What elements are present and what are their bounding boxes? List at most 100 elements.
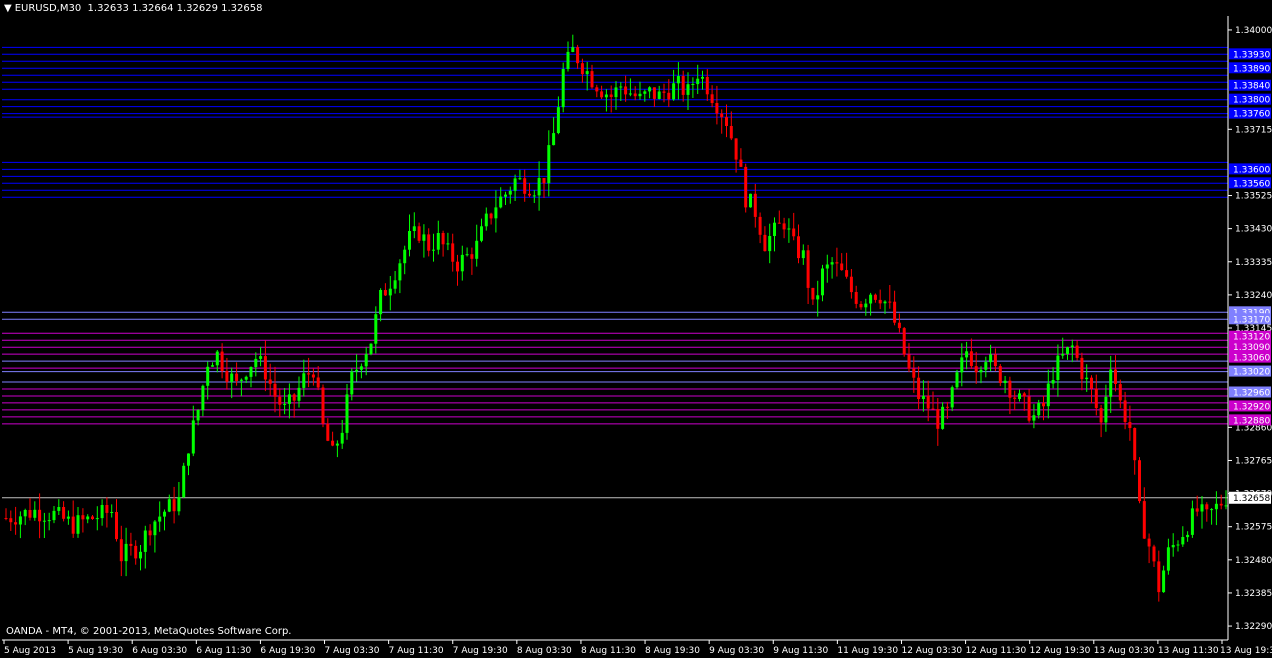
candle-body [504,194,507,197]
candle-body [701,76,704,79]
price-axis: 1.34000 1.33715 1.33525 1.33430 1.33335 1.332… [2,16,1272,641]
candle-body [1205,504,1209,510]
candle-body [489,213,493,219]
candle-body [1142,501,1146,539]
candle-body [628,93,632,95]
candle-body [196,410,200,421]
candle-body [374,314,378,344]
candle-body [1195,508,1199,512]
candle-body [1181,537,1185,545]
candle-body [931,408,935,410]
candle-body [777,222,781,224]
candle-body [1046,383,1050,407]
candle-body [355,369,359,372]
y-tick-label: 1.32765 [1235,456,1272,466]
candle-body [580,63,584,75]
candle-body [316,377,320,388]
candle-body [263,356,267,380]
candle-body [292,394,296,401]
candle-body [441,233,445,245]
candle-body [499,196,503,208]
candle-body [393,280,397,289]
candle-body [542,178,546,184]
candle-body [902,328,906,355]
candle-body [1075,345,1079,358]
candle-body [480,226,483,241]
candle-body [696,78,700,85]
candle-body [864,303,868,308]
x-tick-label: 5 Aug 19:30 [68,646,123,656]
y-tick-label: 1.32575 [1235,523,1272,533]
candle-body [710,94,714,103]
candle-body [705,76,709,95]
candle-body [907,354,911,369]
candle-body [57,507,61,511]
candle-body [1133,428,1137,461]
ohlc-values: 1.32633 1.32664 1.32629 1.32658 [87,3,263,14]
candle-body [758,216,762,235]
candle-body [508,190,512,195]
candle-body [71,516,75,534]
candle-body [412,226,416,231]
candle-body [350,371,354,395]
candle-body [239,379,243,381]
candle-body [143,530,147,552]
candle-body [110,512,114,513]
x-tick-label: 9 Aug 11:30 [773,646,828,656]
candle-body [681,76,685,95]
candle-body [1008,380,1012,398]
candle-body [9,518,13,523]
candle-body [388,288,392,296]
y-tick-label: 1.33430 [1235,225,1272,235]
candle-body [1157,561,1161,593]
candle-body [1190,508,1194,535]
chevron-down-icon[interactable]: ▼ [4,3,12,15]
candle-body [1123,400,1127,422]
candle-body [158,516,162,522]
x-tick-label: 6 Aug 11:30 [196,646,251,656]
candle-body [211,365,214,367]
x-tick-label: 8 Aug 11:30 [581,646,636,656]
y-tick-label: 1.32290 [1235,622,1272,632]
candle-body [307,373,311,375]
candle-body [398,263,402,281]
candle-body [278,396,282,405]
candle-body [311,374,315,378]
candle-body [76,515,80,534]
candle-body [657,91,661,99]
candle-body [283,403,287,405]
y-tick-label: 1.32480 [1235,556,1272,566]
candle-body [893,301,897,323]
candle-body [1027,396,1031,421]
candle-body [1056,355,1060,380]
candle-body [364,354,368,367]
candle-body [1070,345,1074,348]
x-tick-label: 12 Aug 19:30 [1030,646,1091,656]
y-tick-label: 1.33335 [1235,258,1272,268]
candle-body [129,543,133,546]
x-tick-label: 12 Aug 11:30 [966,646,1027,656]
candle-body [676,76,680,84]
candle-body [119,539,123,562]
candle-body [638,93,642,97]
candle-body [989,354,993,363]
x-tick-label: 13 Aug 11:30 [1158,646,1219,656]
y-tick-label: 1.33240 [1235,291,1272,301]
symbol-label: EURUSD,M30 [14,3,82,14]
candle-body [484,213,488,227]
candle-body [287,394,291,404]
candle-body [749,193,752,208]
candle-body [403,249,407,264]
candle-body [917,377,921,399]
candle-body [422,234,426,241]
candle-body [1114,369,1117,384]
candle-body [768,236,772,252]
candle-body [14,522,18,525]
level-label: 1.33560 [1233,179,1270,189]
candle-body [648,87,652,92]
candle-body [753,193,757,217]
candle-body [513,178,517,191]
price-chart[interactable]: 1.34000 1.33715 1.33525 1.33430 1.33335 1.332… [0,0,1272,658]
candle-body [244,376,248,380]
candle-body [1224,505,1228,507]
